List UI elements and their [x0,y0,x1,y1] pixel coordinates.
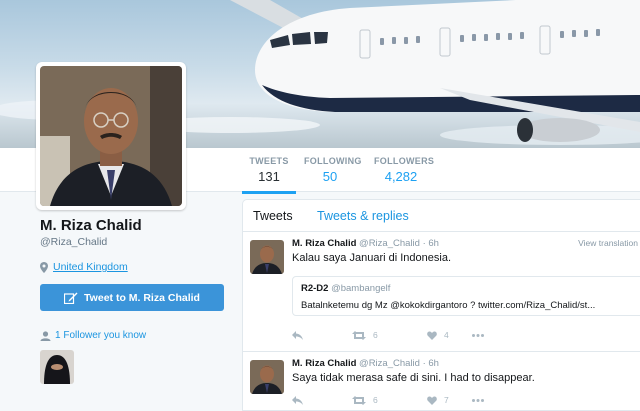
like-button[interactable]: 4 [427,330,472,340]
view-translation-link[interactable]: View translation [578,238,638,248]
profile-handle: @Riza_Chalid [40,236,108,248]
tweet-actions: 6 7 [292,395,484,405]
tweet-timestamp[interactable]: · 6h [423,358,439,369]
stat-tweets[interactable]: TWEETS 131 [242,156,296,194]
retweet-button[interactable]: 6 [352,395,427,405]
person-icon [40,330,51,341]
follower-avatar[interactable] [40,350,74,384]
location-pin-icon [40,261,48,273]
tweet-to-button[interactable]: Tweet to M. Riza Chalid [40,284,224,311]
stat-tweets-count: 131 [258,169,280,184]
location-link[interactable]: United Kingdom [53,261,128,273]
tweet-compose-icon [64,292,78,304]
tweet-timestamp[interactable]: · 6h [423,238,439,249]
quoted-tweet-text: Batalnketemu dg Mz @kokokdirgantoro ? tw… [301,300,596,311]
like-count: 4 [444,330,449,340]
tweet-author-name[interactable]: M. Riza Chalid [292,358,356,369]
tweet-author-name[interactable]: M. Riza Chalid [292,238,356,249]
tab-tweets-replies[interactable]: Tweets & replies [317,209,409,223]
quoted-author-handle: @bambangelf [331,283,391,294]
followers-you-know-link[interactable]: 1 Follower you know [40,330,146,341]
reply-button[interactable] [292,395,352,405]
timeline-tabs: Tweets Tweets & replies [243,200,640,232]
reply-icon [292,330,303,340]
timeline: Tweets Tweets & replies M. Riza Chalid @… [242,199,640,411]
stat-following[interactable]: FOLLOWING 50 [304,156,362,184]
retweet-button[interactable]: 6 [352,330,427,340]
tweet-avatar[interactable] [250,240,284,274]
profile-name: M. Riza Chalid [40,217,142,234]
follower-photo [40,350,74,384]
like-button[interactable]: 7 [427,395,472,405]
retweet-icon [352,395,366,405]
tab-tweets[interactable]: Tweets [253,209,293,223]
tweet-header: M. Riza Chalid @Riza_Chalid · 6h [292,238,439,249]
tweet-author-handle[interactable]: @Riza_Chalid [359,238,420,249]
tweet-avatar[interactable] [250,360,284,394]
reply-button[interactable] [292,330,352,340]
tweet-avatar-photo [250,240,284,274]
like-icon [427,396,437,405]
stat-following-count: 50 [322,169,338,184]
more-icon [472,398,484,402]
profile-avatar[interactable] [36,62,186,210]
tweet-item[interactable]: M. Riza Chalid @Riza_Chalid · 6h Saya ti… [243,352,640,410]
quoted-tweet[interactable]: R2-D2 @bambangelf Batalnketemu dg Mz @ko… [292,276,640,316]
tweet-actions: 6 4 [292,330,484,340]
retweet-icon [352,330,366,340]
followers-you-know-label: 1 Follower you know [55,330,147,341]
stat-followers-count: 4,282 [384,169,418,184]
stat-followers-label: FOLLOWERS [374,156,435,166]
reply-icon [292,395,303,405]
like-icon [427,331,437,340]
tweet-text: Saya tidak merasa safe di sini. I had to… [292,372,535,384]
more-button[interactable] [472,333,484,337]
tweet-to-label: Tweet to M. Riza Chalid [84,291,200,304]
profile-photo [40,66,182,206]
more-button[interactable] [472,398,484,402]
tweet-avatar-photo [250,360,284,394]
stat-tweets-label: TWEETS [249,156,289,166]
quoted-tweet-header: R2-D2 @bambangelf [301,283,390,294]
stat-following-label: FOLLOWING [304,156,362,166]
quoted-author-name: R2-D2 [301,283,329,294]
tweet-author-handle[interactable]: @Riza_Chalid [359,358,420,369]
retweet-count: 6 [373,395,378,405]
tweet-item[interactable]: M. Riza Chalid @Riza_Chalid · 6h View tr… [243,232,640,352]
more-icon [472,333,484,337]
retweet-count: 6 [373,330,378,340]
profile-location: United Kingdom [40,261,128,273]
tweet-text: Kalau saya Januari di Indonesia. [292,252,451,264]
tweet-header: M. Riza Chalid @Riza_Chalid · 6h [292,358,439,369]
like-count: 7 [444,395,449,405]
stat-followers[interactable]: FOLLOWERS 4,282 [374,156,435,184]
